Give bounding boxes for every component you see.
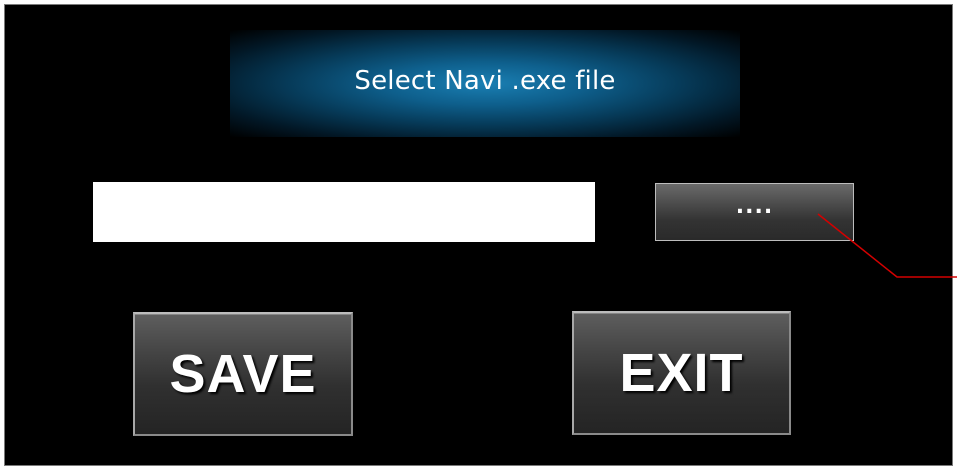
exit-button-label: EXIT xyxy=(619,343,744,403)
file-path-input[interactable] xyxy=(93,182,595,242)
title-banner: Select Navi .exe file xyxy=(230,30,740,137)
save-button[interactable]: SAVE xyxy=(133,312,353,436)
window-frame: Select Navi .exe file .... SAVE EXIT xyxy=(0,0,957,469)
save-button-label: SAVE xyxy=(169,344,317,404)
exit-button[interactable]: EXIT xyxy=(572,311,791,435)
browse-button-label: .... xyxy=(735,193,774,219)
browse-button[interactable]: .... xyxy=(655,183,854,241)
dialog-title: Select Navi .exe file xyxy=(354,65,616,96)
select-file-dialog: Select Navi .exe file .... SAVE EXIT xyxy=(4,4,953,466)
